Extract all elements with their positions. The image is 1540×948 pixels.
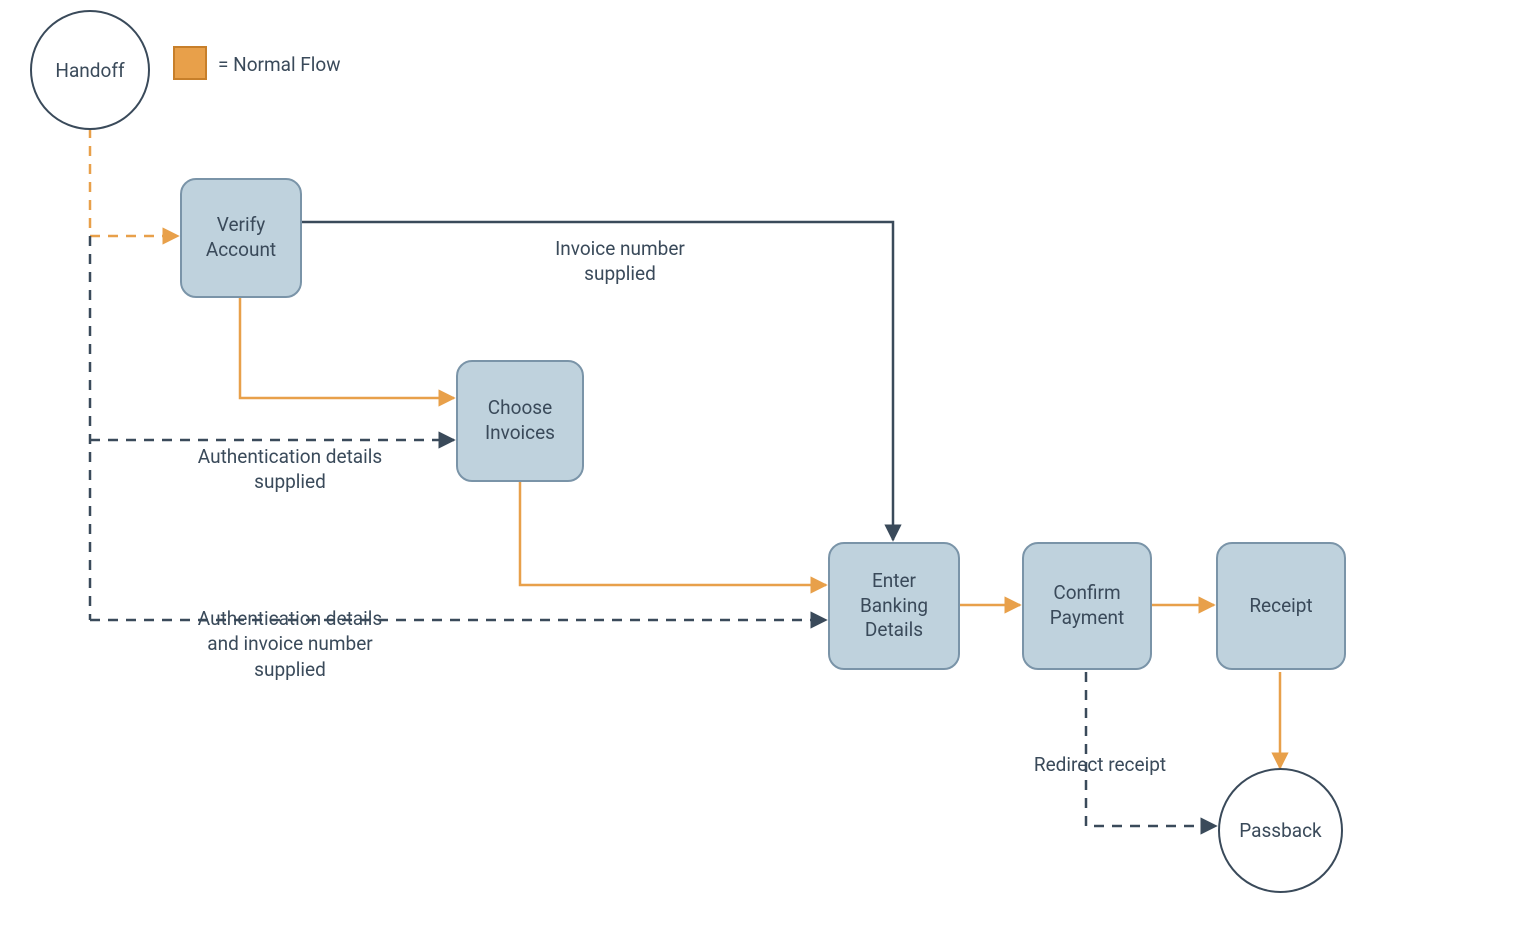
node-enter-banking-label: Enter Banking Details xyxy=(860,569,928,643)
node-receipt: Receipt xyxy=(1216,542,1346,670)
edge-auth-details-supplied: Authentication details supplied xyxy=(160,418,420,495)
edge-auth-invoice-supplied: Authentication details and invoice numbe… xyxy=(160,580,420,683)
edge-auth-invoice-supplied-text: Authentication details and invoice numbe… xyxy=(198,607,382,681)
edge-auth-details-supplied-text: Authentication details supplied xyxy=(198,445,382,494)
edge-invoice-number-supplied-text: Invoice number supplied xyxy=(555,237,685,286)
flow-diagram: = Normal Flow xyxy=(0,0,1540,948)
node-passback: Passback xyxy=(1218,768,1343,893)
node-confirm-payment-label: Confirm Payment xyxy=(1050,581,1125,630)
edge-redirect-receipt: Redirect receipt xyxy=(1010,752,1190,778)
edge-invoice-number-supplied: Invoice number supplied xyxy=(480,210,760,287)
node-choose-invoices: Choose Invoices xyxy=(456,360,584,482)
node-verify-account: Verify Account xyxy=(180,178,302,298)
node-choose-invoices-label: Choose Invoices xyxy=(485,396,555,445)
node-verify-account-label: Verify Account xyxy=(206,213,276,262)
edge-redirect-receipt-text: Redirect receipt xyxy=(1034,753,1166,776)
node-confirm-payment: Confirm Payment xyxy=(1022,542,1152,670)
legend-swatch xyxy=(173,46,207,80)
node-handoff-label: Handoff xyxy=(55,59,124,82)
node-passback-label: Passback xyxy=(1239,819,1321,842)
node-receipt-label: Receipt xyxy=(1249,594,1312,619)
node-enter-banking: Enter Banking Details xyxy=(828,542,960,670)
node-handoff: Handoff xyxy=(30,10,150,130)
legend-label: = Normal Flow xyxy=(218,53,341,76)
